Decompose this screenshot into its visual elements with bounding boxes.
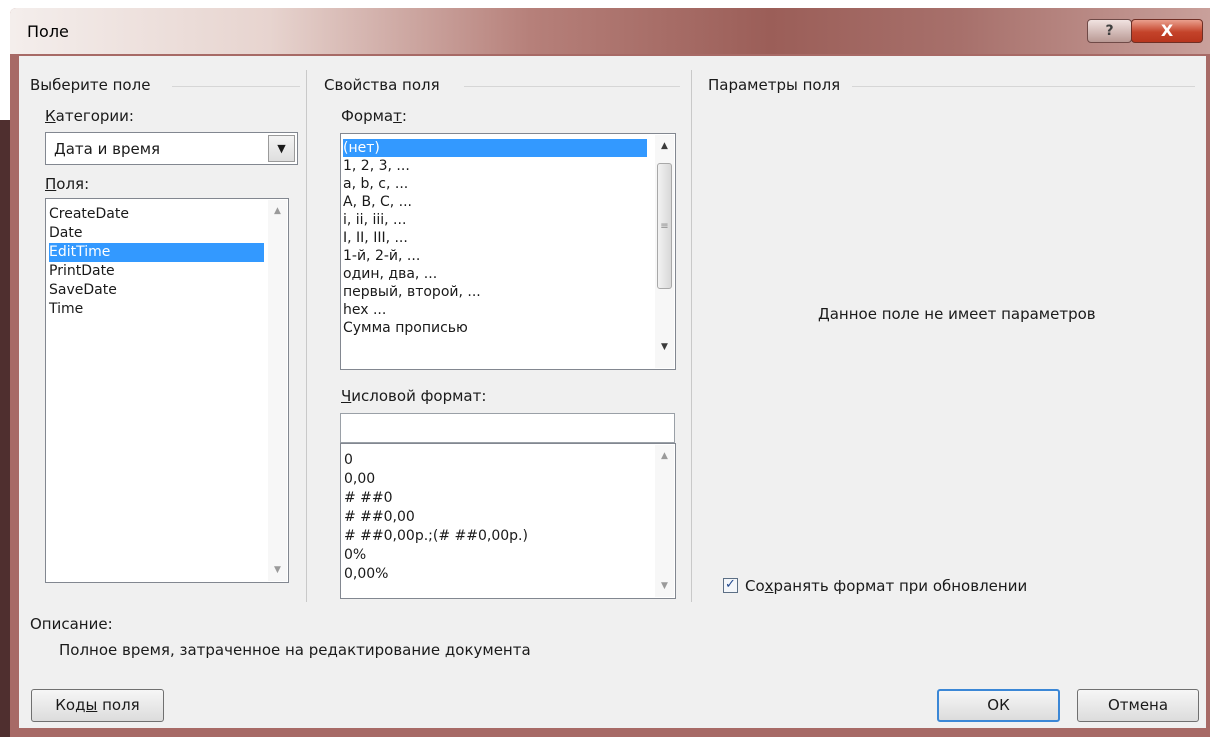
- scrollbar-thumb[interactable]: ≡: [657, 163, 672, 289]
- fields-list[interactable]: CreateDate Date EditTime PrintDate SaveD…: [45, 198, 289, 583]
- list-item[interactable]: 1, 2, 3, ...: [343, 157, 410, 175]
- list-item[interactable]: Time: [49, 300, 264, 319]
- list-item[interactable]: # ##0: [344, 489, 393, 508]
- list-item-selected[interactable]: EditTime: [49, 243, 264, 262]
- list-item[interactable]: A, B, C, ...: [343, 193, 412, 211]
- description-text: Полное время, затраченное на редактирова…: [59, 641, 531, 659]
- group-divider: [464, 86, 680, 87]
- format-list[interactable]: (нет) 1, 2, 3, ... a, b, c, ... A, B, C,…: [340, 133, 676, 370]
- scroll-up-icon[interactable]: ▲: [268, 206, 287, 216]
- list-item[interactable]: # ##0,00: [344, 508, 415, 527]
- list-item[interactable]: SaveDate: [49, 281, 264, 300]
- column-divider: [691, 70, 692, 602]
- numeric-format-scrollbar[interactable]: ▲ ▼: [655, 445, 674, 597]
- list-item-selected[interactable]: (нет): [343, 139, 647, 157]
- field-options-group-title: Параметры поля: [708, 76, 841, 94]
- field-codes-button[interactable]: Коды поля: [31, 689, 164, 722]
- cancel-button[interactable]: Отмена: [1077, 689, 1199, 722]
- categories-dropdown[interactable]: Дата и время ▼: [45, 132, 298, 165]
- scroll-up-icon[interactable]: ▲: [655, 141, 674, 151]
- list-item[interactable]: первый, второй, ...: [343, 283, 481, 301]
- list-item[interactable]: CreateDate: [49, 205, 264, 224]
- select-field-group-title: Выберите поле: [30, 76, 151, 94]
- column-divider: [306, 70, 307, 602]
- preserve-format-label[interactable]: Сохранять формат при обновлении: [745, 577, 1027, 595]
- list-item[interactable]: 0%: [344, 546, 366, 565]
- fields-scrollbar[interactable]: ▲ ▼: [268, 200, 287, 581]
- scroll-up-icon[interactable]: ▲: [655, 451, 674, 461]
- list-item[interactable]: I, II, III, ...: [343, 229, 408, 247]
- preserve-format-checkbox[interactable]: ✓: [723, 578, 738, 593]
- numeric-format-label: Числовой формат:: [341, 387, 487, 405]
- list-item[interactable]: 0: [344, 451, 353, 470]
- chevron-down-icon[interactable]: ▼: [268, 135, 295, 162]
- numeric-format-input[interactable]: [340, 413, 675, 443]
- list-item[interactable]: Date: [49, 224, 264, 243]
- ok-button[interactable]: ОК: [937, 689, 1060, 722]
- title-bar[interactable]: Поле ? X: [10, 8, 1210, 54]
- list-item[interactable]: PrintDate: [49, 262, 264, 281]
- close-button[interactable]: X: [1131, 19, 1203, 43]
- no-options-message: Данное поле не имеет параметров: [818, 305, 1096, 323]
- format-label: Формат:: [341, 107, 407, 125]
- list-item[interactable]: 0,00: [344, 470, 375, 489]
- help-button[interactable]: ?: [1087, 19, 1132, 43]
- list-item[interactable]: i, ii, iii, ...: [343, 211, 406, 229]
- scroll-down-icon[interactable]: ▼: [655, 342, 674, 352]
- fields-label: Поля:: [45, 175, 90, 193]
- scroll-down-icon[interactable]: ▼: [268, 565, 287, 575]
- window-shadow-edge: [0, 120, 10, 737]
- list-item[interactable]: Сумма прописью: [343, 319, 468, 337]
- list-item[interactable]: # ##0,00р.;(# ##0,00р.): [344, 527, 528, 546]
- list-item[interactable]: 1-й, 2-й, ...: [343, 247, 420, 265]
- list-item[interactable]: a, b, c, ...: [343, 175, 408, 193]
- numeric-format-list[interactable]: 0 0,00 # ##0 # ##0,00 # ##0,00р.;(# ##0,…: [340, 443, 676, 599]
- group-divider: [852, 86, 1195, 87]
- list-item[interactable]: 0,00%: [344, 565, 388, 584]
- description-label: Описание:: [30, 615, 113, 633]
- list-item[interactable]: один, два, ...: [343, 265, 437, 283]
- field-properties-group-title: Свойства поля: [324, 76, 440, 94]
- format-scrollbar[interactable]: ▲ ≡ ▼: [655, 135, 674, 368]
- list-item[interactable]: hex ...: [343, 301, 386, 319]
- window-title: Поле: [27, 22, 69, 41]
- group-divider: [172, 86, 300, 87]
- categories-label: Категории:: [45, 107, 134, 125]
- scroll-down-icon[interactable]: ▼: [655, 581, 674, 591]
- categories-selected-value: Дата и время: [54, 140, 161, 158]
